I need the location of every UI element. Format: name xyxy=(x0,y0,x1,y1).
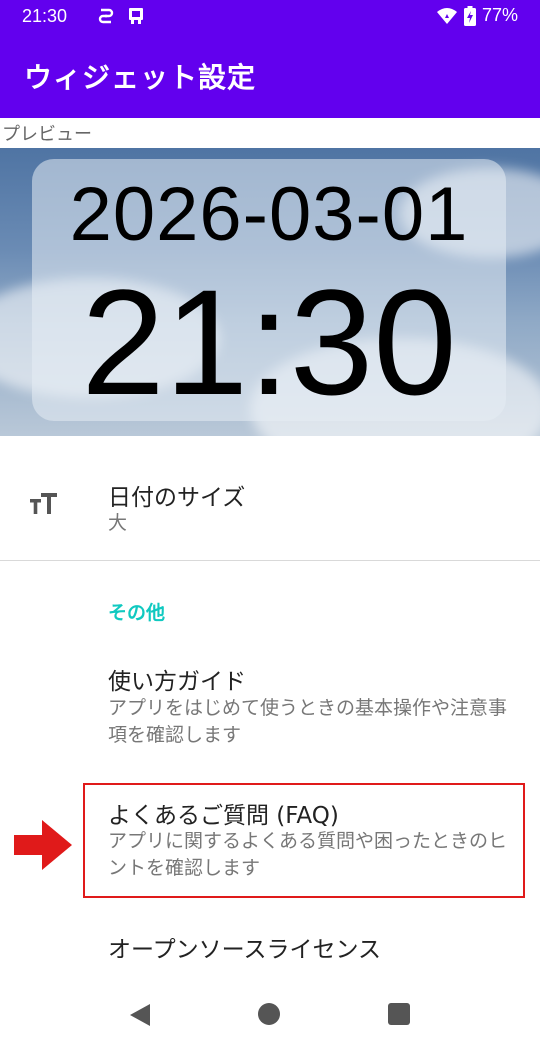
wifi-icon xyxy=(436,7,457,24)
status-right: 77% xyxy=(436,5,518,26)
widget-preview: 2026-03-01 21:30 xyxy=(0,148,540,436)
usage-guide-subtitle: アプリをはじめて使うときの基本操作や注意事項を確認します xyxy=(108,697,508,746)
highlight-box xyxy=(83,783,525,898)
divider xyxy=(0,560,540,561)
recents-icon[interactable] xyxy=(388,1003,410,1025)
oss-license-title: オープンソースライセンス xyxy=(108,937,382,963)
text-size-icon xyxy=(30,493,57,514)
usage-guide-title: 使い方ガイド xyxy=(108,669,246,695)
status-bar: 21:30 77% xyxy=(0,0,540,34)
date-size-value: 大 xyxy=(108,512,128,534)
widget-time: 21:30 xyxy=(81,258,457,426)
sync-icon xyxy=(98,8,114,24)
red-arrow-icon xyxy=(14,820,72,870)
home-icon[interactable] xyxy=(258,1003,280,1025)
battery-icon xyxy=(463,5,476,26)
widget-date: 2026-03-01 xyxy=(69,172,469,257)
date-size-title: 日付のサイズ xyxy=(108,485,246,511)
back-icon[interactable] xyxy=(128,1002,152,1028)
widget-card: 2026-03-01 21:30 xyxy=(32,159,506,421)
page-title: ウィジェット設定 xyxy=(24,61,257,94)
app-bar: ウィジェット設定 xyxy=(0,34,540,118)
device-icon xyxy=(129,8,143,24)
preview-label: プレビュー xyxy=(2,124,92,145)
battery-percent: 77% xyxy=(481,5,518,25)
status-time: 21:30 xyxy=(22,6,68,26)
section-header-others: その他 xyxy=(108,602,166,624)
